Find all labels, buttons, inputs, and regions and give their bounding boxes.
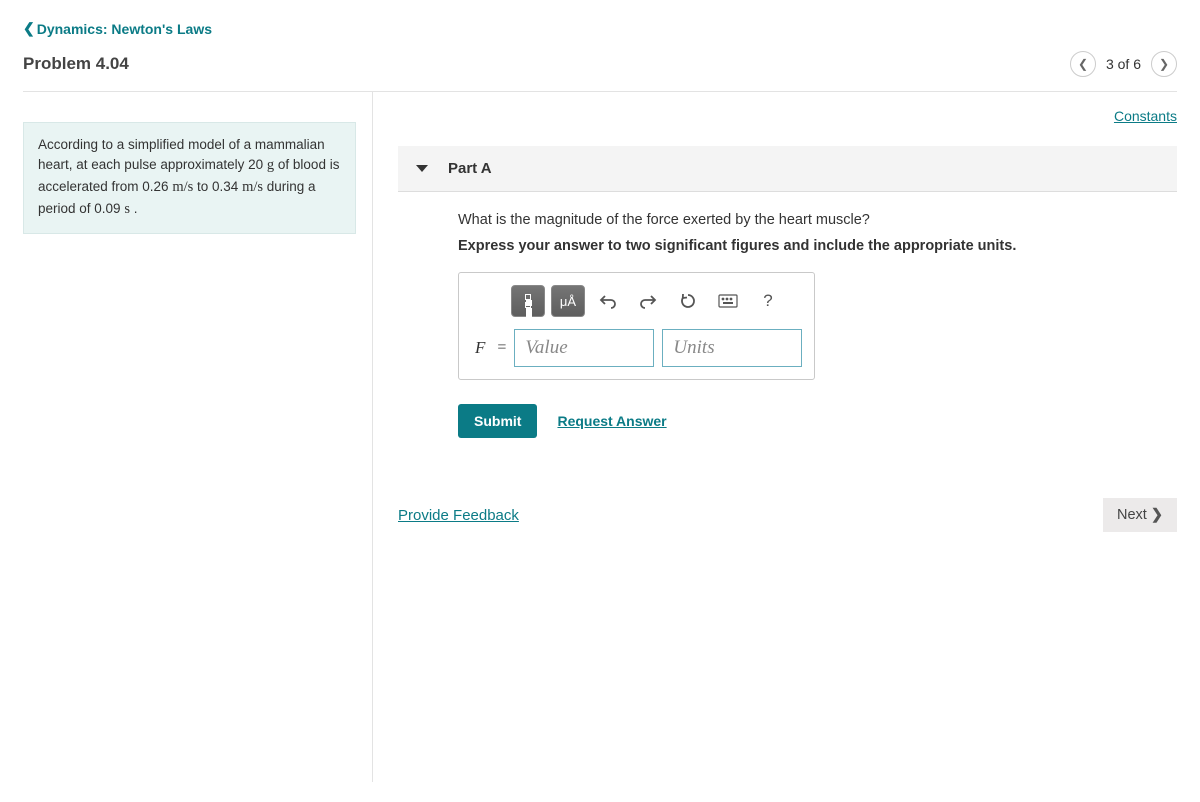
undo-icon <box>599 293 617 309</box>
template-button[interactable] <box>511 285 545 317</box>
part-label: Part A <box>448 160 492 177</box>
variable-label: F <box>471 338 489 358</box>
back-label: Dynamics: Newton's Laws <box>37 21 212 37</box>
next-button[interactable]: Next ❯ <box>1103 498 1177 532</box>
mu-angstrom-icon: μÅ <box>560 294 576 309</box>
equation-toolbar: μÅ <box>471 285 802 317</box>
reset-button[interactable] <box>671 285 705 317</box>
equals-label: = <box>497 339 506 357</box>
answer-box: μÅ <box>458 272 815 380</box>
help-button[interactable]: ? <box>751 285 785 317</box>
question-text: What is the magnitude of the force exert… <box>458 212 1147 228</box>
left-panel: According to a simplified model of a mam… <box>23 92 373 782</box>
title-bar: Problem 4.04 ❮ 3 of 6 ❯ <box>23 51 1177 92</box>
position-indicator: 3 of 6 <box>1106 56 1141 72</box>
chevron-left-icon: ❮ <box>1078 57 1088 71</box>
chevron-left-icon: ❮ <box>23 20 35 37</box>
problem-statement: According to a simplified model of a mam… <box>23 122 356 234</box>
prev-problem-button[interactable]: ❮ <box>1070 51 1096 77</box>
value-input[interactable]: Value <box>514 329 654 367</box>
help-icon: ? <box>763 291 772 311</box>
redo-icon <box>639 293 657 309</box>
instruction-text: Express your answer to two significant f… <box>458 238 1147 254</box>
part-header: Part A <box>398 146 1177 192</box>
collapse-toggle-icon[interactable] <box>416 165 428 172</box>
chevron-right-icon: ❯ <box>1151 507 1163 523</box>
keyboard-button[interactable] <box>711 285 745 317</box>
problem-nav: ❮ 3 of 6 ❯ <box>1070 51 1177 77</box>
back-link[interactable]: ❮ Dynamics: Newton's Laws <box>23 20 212 37</box>
next-label: Next <box>1117 507 1147 523</box>
submit-button[interactable]: Submit <box>458 404 537 438</box>
reset-icon <box>679 292 697 310</box>
chevron-right-icon: ❯ <box>1159 57 1169 71</box>
undo-button[interactable] <box>591 285 625 317</box>
redo-button[interactable] <box>631 285 665 317</box>
provide-feedback-link[interactable]: Provide Feedback <box>398 507 519 524</box>
request-answer-link[interactable]: Request Answer <box>557 413 666 429</box>
units-input[interactable]: Units <box>662 329 802 367</box>
right-panel: Constants Part A What is the magnitude o… <box>373 92 1177 782</box>
special-chars-button[interactable]: μÅ <box>551 285 585 317</box>
next-problem-button[interactable]: ❯ <box>1151 51 1177 77</box>
problem-title: Problem 4.04 <box>23 54 129 74</box>
template-icon <box>525 294 531 308</box>
constants-link[interactable]: Constants <box>1114 108 1177 124</box>
keyboard-icon <box>718 294 738 308</box>
